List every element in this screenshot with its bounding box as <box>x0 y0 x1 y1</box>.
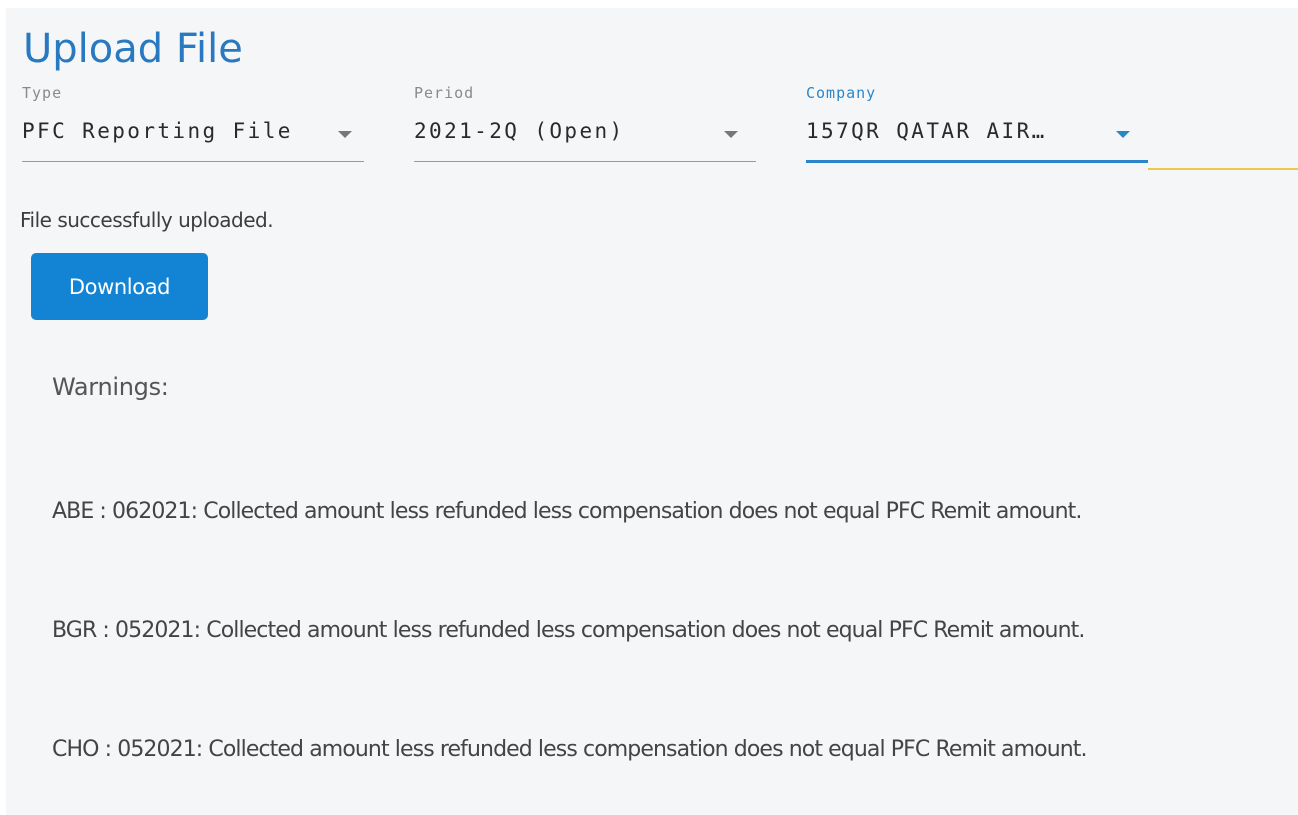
period-value[interactable]: 2021-2Q (Open) <box>414 118 625 144</box>
header-divider <box>1148 168 1298 170</box>
type-select[interactable]: Type PFC Reporting File <box>22 84 364 164</box>
company-select[interactable]: Company 157QR QATAR AIR… <box>806 84 1148 164</box>
period-underline <box>414 161 756 162</box>
warnings-heading: Warnings: <box>52 373 169 401</box>
warning-item: ABE : 062021: Collected amount less refu… <box>52 499 1082 524</box>
type-dropdown-arrow-icon[interactable] <box>338 131 352 138</box>
company-value[interactable]: 157QR QATAR AIR… <box>806 118 1047 144</box>
company-dropdown-arrow-icon[interactable] <box>1116 131 1130 138</box>
period-label: Period <box>414 84 475 102</box>
company-underline <box>806 160 1148 163</box>
page-title: Upload File <box>23 26 243 72</box>
warning-item: CHO : 052021: Collected amount less refu… <box>52 737 1088 762</box>
download-button[interactable]: Download <box>31 253 208 320</box>
type-label: Type <box>22 84 63 102</box>
company-label: Company <box>806 84 877 102</box>
upload-status-message: File successfully uploaded. <box>20 208 274 232</box>
type-underline <box>22 161 364 162</box>
period-dropdown-arrow-icon[interactable] <box>724 131 738 138</box>
period-select[interactable]: Period 2021-2Q (Open) <box>414 84 756 164</box>
upload-panel: Upload File Type PFC Reporting File Peri… <box>6 8 1298 815</box>
type-value[interactable]: PFC Reporting File <box>22 118 293 144</box>
warning-item: BGR : 052021: Collected amount less refu… <box>52 618 1085 643</box>
